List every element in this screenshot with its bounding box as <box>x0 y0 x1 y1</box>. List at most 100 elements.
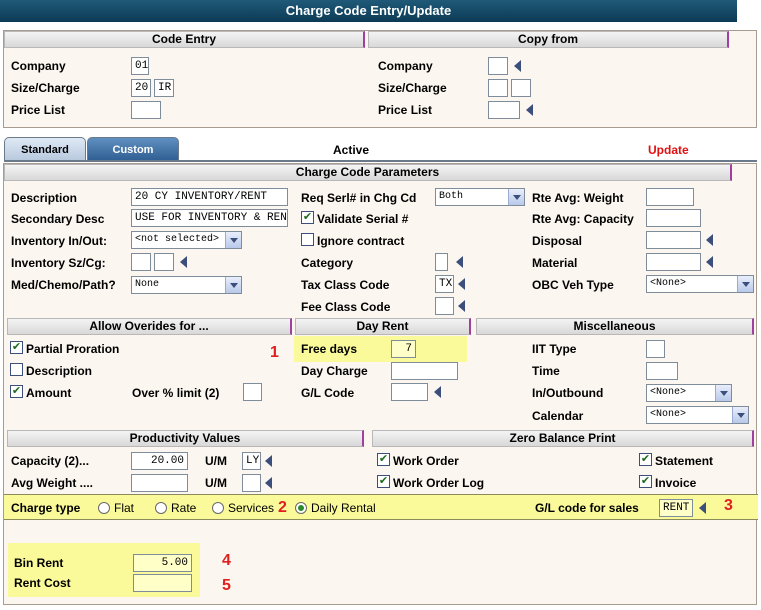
obc-select[interactable]: <None> <box>646 275 754 293</box>
amount-checkbox[interactable]: ✔ <box>10 385 23 398</box>
gl-sales-field[interactable]: RENT <box>659 499 693 517</box>
callout-3: 3 <box>724 497 733 514</box>
capacity-field[interactable]: 20.00 <box>131 452 188 470</box>
override-description-checkbox[interactable] <box>10 363 23 376</box>
category-field[interactable] <box>435 253 448 271</box>
overrides-header: Allow Overides for ... <box>7 318 292 335</box>
avg-weight-label: Avg Weight .... <box>11 476 94 490</box>
gl-code-field[interactable] <box>391 383 428 401</box>
inventory-charge-field[interactable] <box>154 253 174 271</box>
misc-header: Miscellaneous <box>476 318 754 335</box>
capacity-label: Capacity (2)... <box>11 454 90 468</box>
iit-type-field[interactable] <box>646 340 665 358</box>
company-field[interactable]: 01 <box>131 57 149 75</box>
disposal-lookup-icon[interactable] <box>706 234 713 246</box>
gl-sales-lookup-icon[interactable] <box>699 502 706 514</box>
statement-checkbox[interactable]: ✔ <box>639 453 652 466</box>
material-field[interactable] <box>646 253 701 271</box>
callout-4: 4 <box>222 552 231 569</box>
inventory-lookup-icon[interactable] <box>180 256 187 268</box>
statement-label: Statement <box>655 454 714 468</box>
rte-avg-weight-field[interactable] <box>646 188 694 206</box>
over-limit-field[interactable] <box>243 383 262 401</box>
validate-serial-checkbox[interactable]: ✔ <box>301 211 314 224</box>
invoice-checkbox[interactable]: ✔ <box>639 475 652 488</box>
um-field[interactable]: LY <box>242 452 261 470</box>
radio-flat-label: Flat <box>114 501 135 515</box>
um-label: U/M <box>205 454 227 468</box>
radio-services[interactable] <box>212 502 224 514</box>
radio-flat[interactable] <box>98 502 110 514</box>
bin-rent-field[interactable]: 5.00 <box>133 554 192 572</box>
rte-avg-weight-label: Rte Avg: Weight <box>532 191 624 205</box>
calendar-label: Calendar <box>532 409 584 423</box>
bin-rent-label: Bin Rent <box>14 556 64 570</box>
chevron-down-icon[interactable] <box>225 277 241 293</box>
size-field[interactable]: 20 <box>131 79 151 97</box>
secondary-desc-field[interactable]: USE FOR INVENTORY & RENT <box>131 209 288 227</box>
inout-select[interactable]: <None> <box>646 384 732 402</box>
med-value: None <box>135 279 160 290</box>
params-panel <box>3 163 757 605</box>
chevron-down-icon[interactable] <box>225 232 241 248</box>
ignore-contract-checkbox[interactable] <box>301 233 314 246</box>
override-description-label: Description <box>26 364 93 378</box>
radio-rate[interactable] <box>155 502 167 514</box>
time-label: Time <box>532 364 560 378</box>
material-lookup-icon[interactable] <box>706 256 713 268</box>
inventory-size-field[interactable] <box>131 253 151 271</box>
copy-company-label: Company <box>378 59 433 73</box>
description-field[interactable]: 20 CY INVENTORY/RENT <box>131 188 288 206</box>
rte-avg-capacity-field[interactable] <box>646 209 701 227</box>
copy-price-list-field[interactable] <box>488 101 520 119</box>
material-label: Material <box>532 256 578 270</box>
inout-label: In/Outbound <box>532 386 604 400</box>
calendar-select[interactable]: <None> <box>646 406 749 424</box>
tab-standard[interactable]: Standard <box>4 137 86 161</box>
charge-field[interactable]: IR <box>154 79 174 97</box>
partial-proration-checkbox[interactable]: ✔ <box>10 341 23 354</box>
callout-2: 2 <box>278 499 287 516</box>
free-days-field[interactable]: 7 <box>391 340 416 358</box>
copy-company-lookup-icon[interactable] <box>514 60 521 72</box>
work-order-checkbox[interactable]: ✔ <box>377 453 390 466</box>
iit-type-label: IIT Type <box>532 342 577 356</box>
callout-5: 5 <box>222 577 231 594</box>
rent-cost-label: Rent Cost <box>14 576 71 590</box>
um2-field[interactable] <box>242 474 261 492</box>
inventory-inout-select[interactable]: <not selected> <box>131 231 242 249</box>
fee-class-field[interactable] <box>435 297 454 315</box>
chevron-down-icon[interactable] <box>732 407 748 423</box>
tax-class-lookup-icon[interactable] <box>458 278 465 290</box>
chevron-down-icon[interactable] <box>737 276 753 292</box>
tab-custom[interactable]: Custom <box>87 137 179 161</box>
category-lookup-icon[interactable] <box>456 256 463 268</box>
um-lookup-icon[interactable] <box>265 455 272 467</box>
fee-class-lookup-icon[interactable] <box>458 300 465 312</box>
med-select[interactable]: None <box>131 276 242 294</box>
copy-size-charge-label: Size/Charge <box>378 81 447 95</box>
day-charge-label: Day Charge <box>301 364 368 378</box>
copy-company-field[interactable] <box>488 57 508 75</box>
obc-value: <None> <box>650 278 687 289</box>
chevron-down-icon[interactable] <box>508 189 524 205</box>
rent-cost-field[interactable] <box>133 574 192 592</box>
radio-daily-rental[interactable] <box>295 502 307 514</box>
tax-class-field[interactable]: TX <box>435 275 454 293</box>
zero-balance-header: Zero Balance Print <box>372 430 754 447</box>
chevron-down-icon[interactable] <box>715 385 731 401</box>
copy-charge-field[interactable] <box>511 79 531 97</box>
copy-price-list-lookup-icon[interactable] <box>526 104 533 116</box>
work-order-log-checkbox[interactable]: ✔ <box>377 475 390 488</box>
price-list-field[interactable] <box>131 101 161 119</box>
tabs-underline <box>4 160 757 162</box>
avg-weight-field[interactable] <box>131 474 188 492</box>
copy-size-field[interactable] <box>488 79 508 97</box>
secondary-desc-label: Secondary Desc <box>11 212 105 226</box>
day-charge-field[interactable] <box>391 362 458 380</box>
gl-code-lookup-icon[interactable] <box>434 386 441 398</box>
disposal-field[interactable] <box>646 231 701 249</box>
time-field[interactable] <box>646 362 678 380</box>
um2-lookup-icon[interactable] <box>265 477 272 489</box>
req-serl-select[interactable]: Both <box>435 188 525 206</box>
